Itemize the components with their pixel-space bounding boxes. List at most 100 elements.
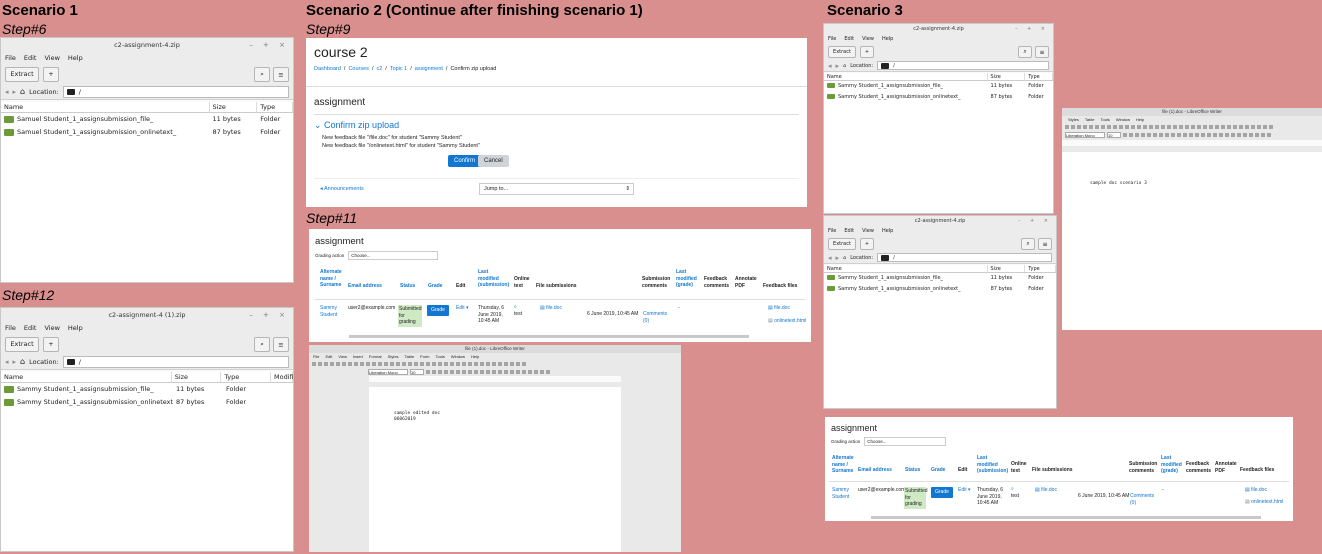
col-alt-name[interactable]: Alternate name / Surname xyxy=(832,455,856,475)
collapse-icon[interactable]: ⌄ xyxy=(314,120,324,130)
list-item[interactable]: Sammy Student_1_assignsubmission_onlinet… xyxy=(1,396,293,409)
feedback-file-1[interactable]: ▤ file.doc xyxy=(1245,487,1267,494)
writer-menu[interactable]: File Edit View Insert Format Styles Table Form T… xyxy=(309,353,681,360)
breadcrumb-assignment[interactable]: assignment xyxy=(415,66,443,72)
back-icon[interactable]: ◂ xyxy=(5,88,9,96)
home-icon[interactable]: ⌂ xyxy=(843,255,846,261)
back-icon[interactable]: ◂ xyxy=(828,254,832,262)
col-name[interactable]: Name xyxy=(824,73,988,80)
col-type[interactable]: Type xyxy=(221,372,271,382)
col-grade[interactable]: Grade xyxy=(428,283,442,290)
add-button[interactable]: + xyxy=(43,336,59,352)
location-field[interactable]: / xyxy=(877,253,1052,262)
list-item[interactable]: Samuel Student_1_assignsubmission_online… xyxy=(1,126,293,139)
search-icon[interactable]: ⌕ xyxy=(1018,46,1032,58)
menu-view[interactable]: View xyxy=(44,54,59,62)
menu-view[interactable]: View xyxy=(44,324,59,332)
col-last-modified[interactable]: Last modified (submission) xyxy=(977,455,1008,475)
col-email[interactable]: Email address xyxy=(858,467,894,474)
search-icon[interactable]: ⌕ xyxy=(1021,238,1035,250)
extract-button[interactable]: Extract xyxy=(828,238,856,250)
breadcrumb-courses[interactable]: Courses xyxy=(348,66,368,72)
menu-help[interactable]: Help xyxy=(882,36,893,42)
add-button[interactable]: + xyxy=(860,238,874,250)
grade-button[interactable]: Grade xyxy=(931,487,953,498)
col-name[interactable]: Name xyxy=(824,265,988,272)
menu-view[interactable]: View xyxy=(862,36,874,42)
window-controls[interactable]: – + × xyxy=(1015,24,1049,34)
standard-toolbar[interactable] xyxy=(1062,123,1322,131)
formatting-toolbar[interactable]: Liberation Mono 10 xyxy=(309,368,681,376)
forward-icon[interactable]: ▸ xyxy=(836,254,840,262)
section-heading[interactable]: ⌄ Confirm zip upload xyxy=(314,120,399,131)
feedback-file-2[interactable]: ▤ onlinetext.html xyxy=(1245,499,1283,506)
file-submission[interactable]: ▤ file.doc xyxy=(540,305,562,312)
menu-help[interactable]: Help xyxy=(68,54,83,62)
col-type[interactable]: Type xyxy=(257,102,293,112)
grading-action-select[interactable]: Choose... xyxy=(348,251,439,260)
breadcrumb-dashboard[interactable]: Dashboard xyxy=(314,66,341,72)
back-icon[interactable]: ◂ xyxy=(828,62,832,70)
window-controls[interactable]: – + × xyxy=(249,38,289,52)
standard-toolbar[interactable] xyxy=(309,360,681,368)
col-size[interactable]: Size xyxy=(988,73,1026,80)
horizontal-scrollbar[interactable] xyxy=(871,516,1261,519)
menu-icon[interactable]: ≡ xyxy=(273,67,289,82)
forward-icon[interactable]: ▸ xyxy=(836,62,840,70)
list-item[interactable]: Sammy Student_1_assignsubmission_onlinet… xyxy=(824,92,1053,103)
window-controls[interactable]: – + × xyxy=(1018,216,1052,226)
document-page[interactable]: sample edited doc 06062019 xyxy=(369,387,621,552)
file-submission[interactable]: ▤ file.doc xyxy=(1035,487,1057,494)
ruler[interactable] xyxy=(369,376,621,382)
edit-menu[interactable]: Edit ▾ xyxy=(958,487,971,494)
font-name-box[interactable]: Liberation Mono xyxy=(368,369,408,375)
cancel-button[interactable]: Cancel xyxy=(478,155,509,167)
col-type[interactable]: Type xyxy=(1025,73,1053,80)
menu-icon[interactable]: ≡ xyxy=(273,337,289,352)
menu-edit[interactable]: Edit xyxy=(24,54,37,62)
list-item[interactable]: Sammy Student_1_assignsubmission_file_ 1… xyxy=(1,383,293,396)
col-alt-name[interactable]: Alternate name / Surname xyxy=(320,269,346,289)
col-email[interactable]: Email address xyxy=(348,283,388,290)
col-size[interactable]: Size xyxy=(988,265,1026,272)
jump-to-select[interactable]: Jump to... ⇕ xyxy=(479,183,634,195)
menu-file[interactable]: File xyxy=(5,54,16,62)
menu-file[interactable]: File xyxy=(5,324,16,332)
location-field[interactable]: / xyxy=(62,85,289,98)
menu-file[interactable]: File xyxy=(828,36,836,42)
forward-icon[interactable]: ▸ xyxy=(13,358,17,366)
feedback-file-1[interactable]: ▤ file.doc xyxy=(768,305,790,312)
home-icon[interactable]: ⌂ xyxy=(20,357,25,366)
writer-menu[interactable]: Styles Table Tools Window Help xyxy=(1062,116,1322,123)
col-grade[interactable]: Grade xyxy=(931,467,945,474)
col-size[interactable]: Size xyxy=(210,102,258,112)
col-status[interactable]: Status xyxy=(400,283,415,290)
col-name[interactable]: Name xyxy=(1,102,210,112)
ruler[interactable] xyxy=(1062,140,1322,146)
col-last-modified[interactable]: Last modified (submission) xyxy=(478,269,510,289)
student-name[interactable]: Sammy Student xyxy=(832,487,852,500)
back-icon[interactable]: ◂ xyxy=(5,358,9,366)
col-last-modified-grade[interactable]: Last modified (grade) xyxy=(1161,455,1185,475)
add-button[interactable]: + xyxy=(860,46,874,58)
forward-icon[interactable]: ▸ xyxy=(13,88,17,96)
window-controls[interactable]: – + × xyxy=(249,308,289,322)
breadcrumb-topic[interactable]: Topic 1 xyxy=(390,66,407,72)
font-size-box[interactable]: 10 xyxy=(410,369,424,375)
col-name[interactable]: Name xyxy=(1,372,172,382)
grade-button[interactable]: Grade xyxy=(427,305,449,316)
student-name[interactable]: Sammy Student xyxy=(320,305,342,318)
location-field[interactable]: / xyxy=(62,355,289,368)
font-name-box[interactable]: Liberation Mono xyxy=(1065,132,1105,138)
menu-icon[interactable]: ≡ xyxy=(1038,238,1052,250)
extract-button[interactable]: Extract xyxy=(5,66,39,82)
confirm-button[interactable]: Confirm xyxy=(448,155,482,167)
list-item[interactable]: Sammy Student_1_assignsubmission_file_ 1… xyxy=(824,81,1053,92)
col-status[interactable]: Status xyxy=(905,467,920,474)
home-icon[interactable]: ⌂ xyxy=(843,63,846,69)
breadcrumb-c2[interactable]: c2 xyxy=(376,66,382,72)
search-icon[interactable]: ⌕ xyxy=(254,67,270,82)
extract-button[interactable]: Extract xyxy=(5,336,39,352)
list-item[interactable]: Sammy Student_1_assignsubmission_file_ 1… xyxy=(824,273,1056,284)
menu-file[interactable]: File xyxy=(828,228,836,234)
